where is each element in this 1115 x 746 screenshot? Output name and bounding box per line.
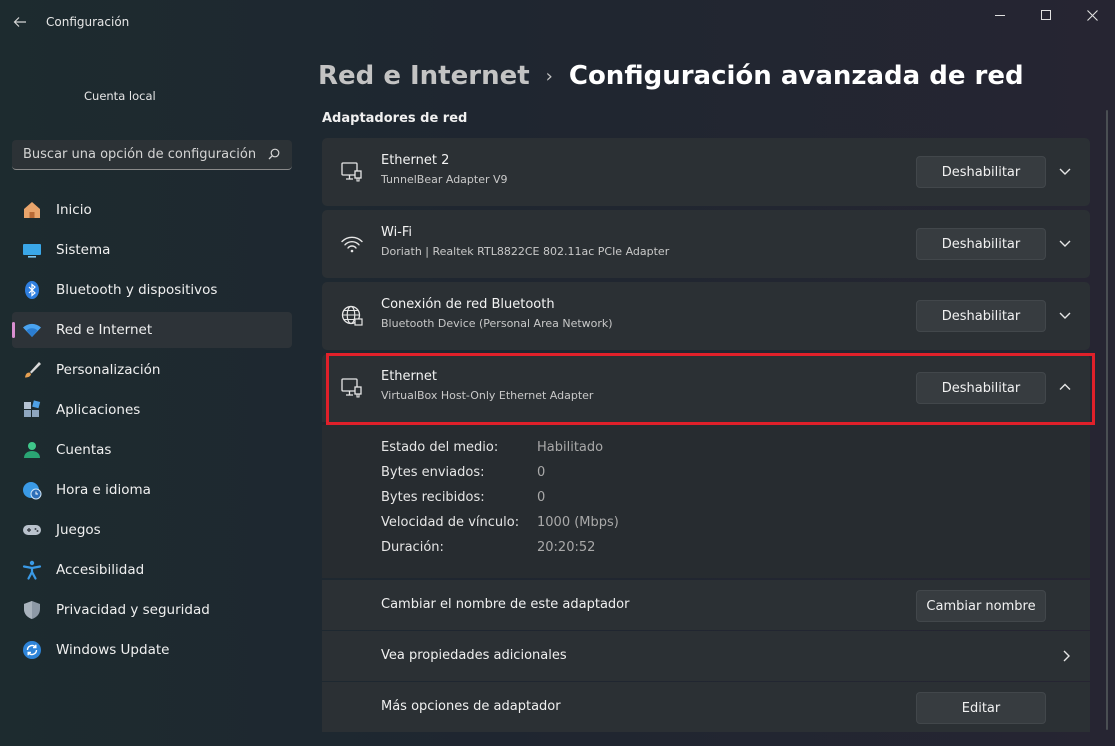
chevron-right-icon bbox=[1063, 650, 1070, 662]
globe-icon bbox=[341, 305, 363, 326]
section-title: Adaptadores de red bbox=[322, 111, 468, 126]
sidebar-item-label: Windows Update bbox=[56, 642, 170, 658]
sidebar-item-hora-idioma[interactable]: Hora e idioma bbox=[12, 472, 292, 508]
breadcrumb-parent[interactable]: Red e Internet bbox=[318, 61, 530, 91]
update-icon bbox=[22, 640, 42, 660]
sidebar-item-inicio[interactable]: Inicio bbox=[12, 192, 292, 228]
title-bar: Configuración bbox=[0, 0, 1115, 44]
wifi-icon bbox=[341, 236, 363, 253]
rename-button[interactable]: Cambiar nombre bbox=[916, 590, 1046, 622]
disable-button[interactable]: Deshabilitar bbox=[916, 228, 1046, 260]
person-icon bbox=[22, 440, 42, 460]
adapter-name: Wi-Fi bbox=[381, 225, 413, 240]
adapter-card-wifi[interactable]: Wi-Fi Doriath | Realtek RTL8822CE 802.11… bbox=[322, 210, 1090, 278]
adapter-name: Ethernet 2 bbox=[381, 153, 450, 168]
sidebar-item-label: Aplicaciones bbox=[56, 402, 141, 418]
page-title: Configuración avanzada de red bbox=[568, 61, 1024, 91]
disable-button[interactable]: Deshabilitar bbox=[916, 156, 1046, 188]
ethernet-icon bbox=[341, 162, 362, 182]
close-icon bbox=[1086, 9, 1098, 21]
sidebar-item-label: Red e Internet bbox=[56, 322, 153, 338]
sidebar-item-label: Personalización bbox=[56, 362, 161, 378]
maximize-button[interactable] bbox=[1021, 0, 1071, 30]
more-adapter-options-row: Más opciones de adaptador Editar bbox=[322, 682, 1090, 732]
bluetooth-icon bbox=[22, 280, 42, 300]
apps-icon bbox=[22, 400, 42, 420]
sidebar-nav: Inicio Sistema Bluetooth y dispositivos … bbox=[12, 192, 292, 672]
sidebar-item-label: Inicio bbox=[56, 202, 92, 218]
sidebar-item-label: Accesibilidad bbox=[56, 562, 145, 578]
detail-label: Duración: bbox=[381, 540, 444, 555]
breadcrumb-separator: › bbox=[545, 65, 553, 87]
sidebar-item-bluetooth[interactable]: Bluetooth y dispositivos bbox=[12, 272, 292, 308]
adapter-name: Conexión de red Bluetooth bbox=[381, 297, 555, 312]
detail-value: 0 bbox=[537, 490, 546, 505]
detail-label: Bytes enviados: bbox=[381, 465, 485, 480]
wifi-icon bbox=[22, 320, 42, 340]
arrow-left-icon bbox=[13, 17, 26, 27]
search-icon[interactable] bbox=[268, 148, 280, 160]
shield-icon bbox=[22, 600, 42, 620]
accessibility-icon bbox=[22, 560, 42, 580]
sidebar-item-sistema[interactable]: Sistema bbox=[12, 232, 292, 268]
breadcrumb: Red e Internet › Configuración avanzada … bbox=[318, 56, 1024, 96]
home-icon bbox=[22, 200, 42, 220]
adapter-description: Bluetooth Device (Personal Area Network) bbox=[381, 317, 613, 330]
minimize-icon bbox=[995, 14, 1005, 16]
detail-value: 0 bbox=[537, 465, 546, 480]
search-box[interactable] bbox=[12, 140, 292, 170]
sidebar-item-red-internet[interactable]: Red e Internet bbox=[12, 312, 292, 348]
detail-label: Bytes recibidos: bbox=[381, 490, 485, 505]
sidebar-item-accesibilidad[interactable]: Accesibilidad bbox=[12, 552, 292, 588]
edit-button[interactable]: Editar bbox=[916, 692, 1046, 724]
detail-value: 20:20:52 bbox=[537, 540, 596, 555]
sidebar-item-juegos[interactable]: Juegos bbox=[12, 512, 292, 548]
sidebar-item-label: Juegos bbox=[56, 522, 101, 538]
gamepad-icon bbox=[22, 520, 42, 540]
account-name: Cuenta local bbox=[84, 89, 156, 103]
sidebar-item-label: Privacidad y seguridad bbox=[56, 602, 210, 618]
scrollbar[interactable] bbox=[1106, 110, 1108, 730]
sidebar-item-personalizacion[interactable]: Personalización bbox=[12, 352, 292, 388]
minimize-button[interactable] bbox=[975, 0, 1025, 30]
detail-value: Habilitado bbox=[537, 440, 604, 455]
sidebar-item-label: Bluetooth y dispositivos bbox=[56, 282, 218, 298]
close-button[interactable] bbox=[1067, 0, 1115, 30]
search-input[interactable] bbox=[12, 140, 262, 169]
chevron-down-icon[interactable] bbox=[1058, 236, 1072, 250]
clock-globe-icon bbox=[22, 480, 42, 500]
brush-icon bbox=[22, 360, 42, 380]
adapter-card-bluetooth[interactable]: Conexión de red Bluetooth Bluetooth Devi… bbox=[322, 282, 1090, 350]
chevron-down-icon[interactable] bbox=[1058, 164, 1072, 178]
monitor-icon bbox=[22, 240, 42, 260]
sidebar-item-label: Sistema bbox=[56, 242, 111, 258]
detail-label: Estado del medio: bbox=[381, 440, 499, 455]
back-button[interactable] bbox=[8, 10, 32, 34]
additional-properties-label: Vea propiedades adicionales bbox=[381, 648, 567, 663]
more-adapter-options-label: Más opciones de adaptador bbox=[381, 699, 561, 714]
disable-button[interactable]: Deshabilitar bbox=[916, 300, 1046, 332]
rename-adapter-label: Cambiar el nombre de este adaptador bbox=[381, 597, 630, 612]
sidebar-item-label: Hora e idioma bbox=[56, 482, 151, 498]
adapter-description: Doriath | Realtek RTL8822CE 802.11ac PCI… bbox=[381, 245, 670, 258]
sidebar-item-aplicaciones[interactable]: Aplicaciones bbox=[12, 392, 292, 428]
chevron-down-icon[interactable] bbox=[1058, 308, 1072, 322]
detail-value: 1000 (Mbps) bbox=[537, 515, 619, 530]
sidebar-item-privacidad[interactable]: Privacidad y seguridad bbox=[12, 592, 292, 628]
maximize-icon bbox=[1041, 10, 1051, 20]
additional-properties-row[interactable]: Vea propiedades adicionales bbox=[322, 631, 1090, 681]
rename-adapter-row: Cambiar el nombre de este adaptador Camb… bbox=[322, 580, 1090, 630]
app-title: Configuración bbox=[46, 15, 130, 29]
sidebar-item-label: Cuentas bbox=[56, 442, 112, 458]
adapter-description: TunnelBear Adapter V9 bbox=[381, 173, 508, 186]
adapter-details: Estado del medio: Habilitado Bytes envia… bbox=[322, 425, 1090, 578]
adapter-card-ethernet-2[interactable]: Ethernet 2 TunnelBear Adapter V9 Deshabi… bbox=[322, 138, 1090, 206]
sidebar-item-cuentas[interactable]: Cuentas bbox=[12, 432, 292, 468]
highlight-box bbox=[326, 353, 1095, 425]
detail-label: Velocidad de vínculo: bbox=[381, 515, 520, 530]
sidebar-item-windows-update[interactable]: Windows Update bbox=[12, 632, 292, 668]
